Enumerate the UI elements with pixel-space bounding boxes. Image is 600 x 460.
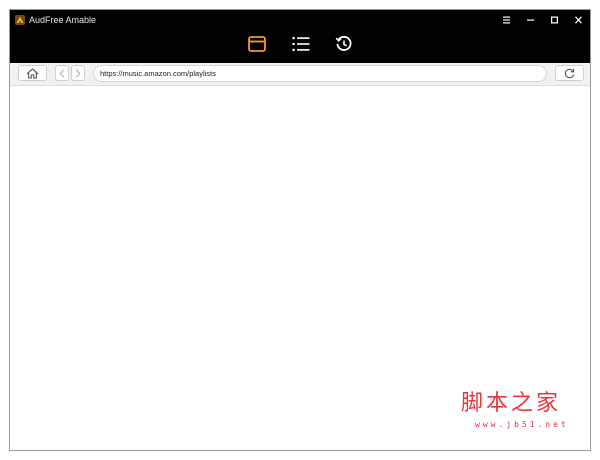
- close-icon: [574, 16, 582, 24]
- minimize-button[interactable]: [518, 10, 542, 30]
- browser-window-icon: [248, 36, 266, 52]
- history-clock-icon: [335, 36, 352, 51]
- menu-icon: [502, 16, 510, 24]
- back-button[interactable]: [55, 65, 69, 81]
- chevron-right-icon: [75, 68, 81, 78]
- app-title: AudFree Amable: [29, 15, 97, 25]
- web-content-area[interactable]: 脚本之家 www.jb51.net: [10, 86, 590, 450]
- close-button[interactable]: [566, 10, 590, 30]
- maximize-icon: [550, 16, 558, 24]
- main-nav-tabs: [10, 32, 590, 58]
- audfree-logo-icon: [15, 15, 25, 25]
- app-window: AudFree Amable https://music.amazon.com/…: [9, 9, 591, 451]
- tab-history[interactable]: [332, 32, 356, 56]
- window-controls: [494, 10, 590, 30]
- browser-toolbar: https://music.amazon.com/playlists: [10, 63, 590, 86]
- watermark-title: 脚本之家: [461, 391, 562, 416]
- list-icon: [292, 37, 310, 51]
- chevron-left-icon: [59, 68, 65, 78]
- title-bar: AudFree Amable: [10, 10, 590, 63]
- minimize-icon: [526, 19, 534, 21]
- tab-browser[interactable]: [245, 32, 269, 56]
- forward-button[interactable]: [71, 65, 85, 81]
- address-bar[interactable]: https://music.amazon.com/playlists: [93, 65, 547, 82]
- watermark-url: www.jb51.net: [475, 420, 569, 429]
- tab-converting[interactable]: [289, 32, 313, 56]
- refresh-button[interactable]: [555, 65, 584, 81]
- menu-button[interactable]: [494, 10, 518, 30]
- refresh-icon: [564, 68, 575, 78]
- maximize-button[interactable]: [542, 10, 566, 30]
- home-icon: [26, 67, 39, 79]
- home-button[interactable]: [18, 65, 47, 81]
